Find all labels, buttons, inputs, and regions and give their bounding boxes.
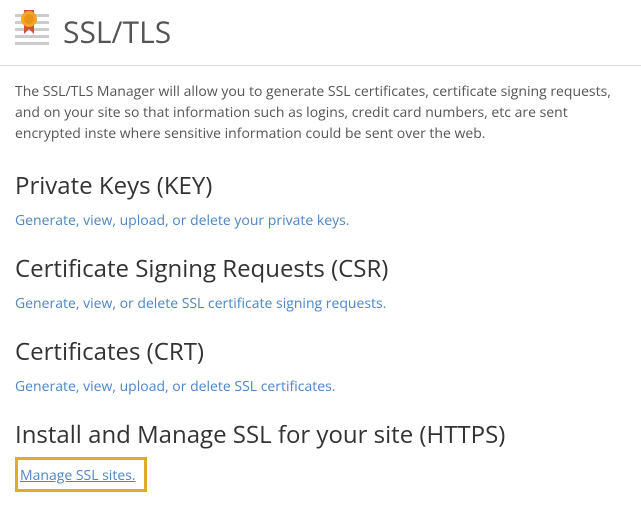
section-private-keys: Private Keys (KEY) Generate, view, uploa… (15, 169, 626, 230)
heading-private-keys: Private Keys (KEY) (15, 169, 626, 202)
section-install-ssl: Install and Manage SSL for your site (HT… (15, 418, 626, 492)
heading-csr: Certificate Signing Requests (CSR) (15, 252, 626, 285)
page-header: SSL/TLS (0, 0, 641, 66)
section-csr: Certificate Signing Requests (CSR) Gener… (15, 252, 626, 313)
page-title: SSL/TLS (63, 11, 171, 52)
link-crt[interactable]: Generate, view, upload, or delete SSL ce… (15, 377, 335, 396)
page-content: The SSL/TLS Manager will allow you to ge… (0, 66, 641, 492)
ssl-certificate-icon (15, 10, 49, 53)
page-description: The SSL/TLS Manager will allow you to ge… (15, 81, 626, 144)
section-crt: Certificates (CRT) Generate, view, uploa… (15, 335, 626, 396)
link-private-keys[interactable]: Generate, view, upload, or delete your p… (15, 211, 349, 230)
link-manage-ssl-sites[interactable]: Manage SSL sites. (20, 466, 136, 485)
highlight-box: Manage SSL sites. (15, 457, 147, 492)
heading-crt: Certificates (CRT) (15, 335, 626, 368)
heading-install-ssl: Install and Manage SSL for your site (HT… (15, 418, 626, 451)
link-csr[interactable]: Generate, view, or delete SSL certificat… (15, 294, 386, 313)
